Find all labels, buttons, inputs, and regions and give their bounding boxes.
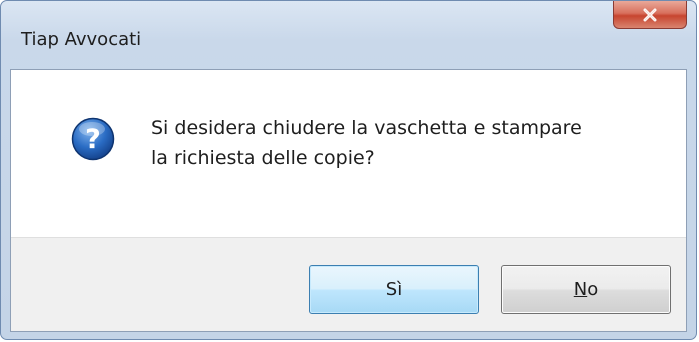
message-area: ? Si desidera chiudere la vaschetta e st… [11,70,686,237]
window-title: Tiap Avvocati [21,29,142,50]
no-label-rest: o [587,279,599,300]
dialog-window: Tiap Avvocati ? Si desidera chiudere la … [0,0,697,340]
no-accelerator-key: N [573,279,588,300]
dialog-client-area: ? Si desidera chiudere la vaschetta e st… [10,69,687,332]
message-line-2: la richiesta delle copie? [151,147,375,169]
close-button[interactable] [613,1,687,29]
no-button-label: No [574,279,598,300]
close-icon [643,8,657,21]
title-bar[interactable]: Tiap Avvocati [1,1,696,69]
message-line-1: Si desidera chiudere la vaschetta e stam… [151,117,582,139]
yes-button[interactable]: Sì [309,265,479,314]
dialog-message: Si desidera chiudere la vaschetta e stam… [151,113,651,173]
question-icon: ? [71,117,115,161]
yes-button-label: Sì [385,279,403,300]
button-bar: Sì No [11,237,686,331]
no-button[interactable]: No [501,265,671,314]
svg-text:?: ? [85,124,101,155]
